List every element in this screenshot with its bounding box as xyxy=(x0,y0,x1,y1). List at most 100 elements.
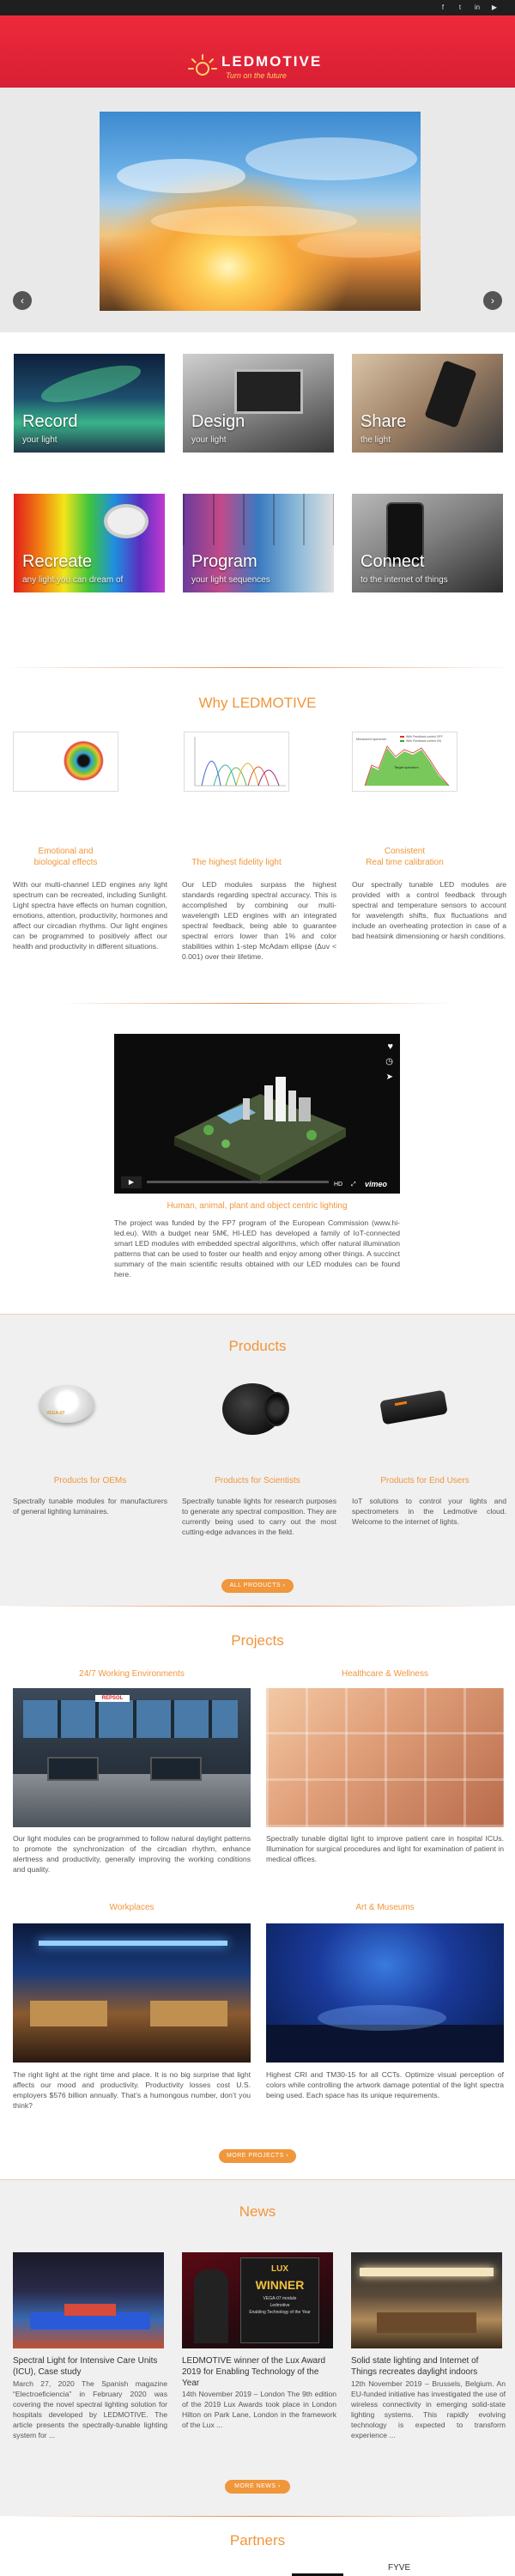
partner-logo-fyve[interactable]: FYVE xyxy=(388,2562,410,2574)
award-line-3: Enabling Technology of the Year xyxy=(249,2310,311,2315)
sky-sunset-image xyxy=(100,112,421,311)
slider-next-button[interactable]: › xyxy=(483,291,502,310)
project-title-art[interactable]: Art & Museums xyxy=(266,1902,504,1914)
video-description: The project was funded by the FP7 progra… xyxy=(114,1218,400,1279)
lux-logo: LUX xyxy=(271,2264,288,2274)
news-image-icu[interactable] xyxy=(13,2252,164,2348)
feature-tile-connect[interactable]: Connect to the internet of things xyxy=(352,494,503,592)
feature-tile-program[interactable]: Program your light sequences xyxy=(183,494,334,592)
scientist-device-image xyxy=(210,1376,296,1442)
feature-subtitle: your light xyxy=(22,434,58,445)
feature-title: Share xyxy=(360,412,407,431)
winner-text: WINNER xyxy=(255,2278,305,2292)
news-text-icu: March 27, 2020 The Spanish magazine “Ele… xyxy=(13,2379,167,2440)
video-player[interactable]: ♥ ◷ ➤ ▶ HD ⤢ vimeo xyxy=(114,1034,400,1194)
why-title-emotional: Emotional and biological effects xyxy=(33,847,98,867)
more-projects-button[interactable]: MORE PROJECTS › xyxy=(219,2149,296,2163)
product-title-oem[interactable]: Products for OEMs xyxy=(13,1475,167,1487)
products-section xyxy=(0,1314,515,1606)
module-label: VEGA-07 xyxy=(46,1411,65,1416)
linkedin-icon[interactable]: in xyxy=(472,3,482,13)
repsol-logo: REPSOL xyxy=(95,1695,130,1702)
facebook-icon[interactable]: f xyxy=(438,3,448,13)
top-bar: f t in ▶ xyxy=(0,0,515,15)
healthcare-image xyxy=(266,1688,504,1827)
why-title-fidelity: The highest fidelity light xyxy=(191,858,282,867)
news-title-award[interactable]: LEDMOTIVE winner of the Lux Award 2019 f… xyxy=(182,2355,336,2389)
feature-tile-recreate[interactable]: Recreate any light you can dream of xyxy=(14,494,165,592)
feature-title: Design xyxy=(191,412,245,431)
feature-subtitle: the light xyxy=(360,434,391,445)
why-title-calibration: Consistent Real time calibration xyxy=(366,847,444,867)
project-title-working[interactable]: 24/7 Working Environments xyxy=(13,1668,251,1680)
graph-legend-off: With Feedback control OFF xyxy=(406,735,443,738)
why-text-fidelity: Our LED modules surpass the highest stan… xyxy=(182,880,336,962)
youtube-icon[interactable]: ▶ xyxy=(489,3,500,13)
workplace-image xyxy=(13,1923,251,2063)
news-title-icu[interactable]: Spectral Light for Intensive Care Units … xyxy=(13,2355,167,2378)
play-button[interactable]: ▶ xyxy=(121,1176,142,1188)
hero-slider: ‹ › xyxy=(0,88,515,332)
more-news-button[interactable]: MORE NEWS › xyxy=(225,2480,290,2494)
project-text-art: Highest CRI and TM30-15 for all CCTs. Op… xyxy=(266,2070,504,2100)
feature-subtitle: to the internet of things xyxy=(360,574,448,585)
product-text-oem: Spectrally tunable modules for manufactu… xyxy=(13,1497,167,1516)
news-heading: News xyxy=(239,2203,276,2220)
city-model-illustration xyxy=(174,1077,346,1184)
why-text-emotional: With our multi-channel LED engines any l… xyxy=(13,880,167,951)
why-text-calibration: Our spectrally tunable LED modules are p… xyxy=(352,880,506,941)
projects-heading: Projects xyxy=(231,1632,284,1649)
feature-subtitle: your light sequences xyxy=(191,574,270,585)
feature-tile-design[interactable]: Design your light xyxy=(183,354,334,453)
products-heading: Products xyxy=(228,1338,287,1354)
feature-tile-record[interactable]: Record your light xyxy=(14,354,165,453)
partners-heading: Partners xyxy=(229,2532,286,2549)
feedback-graph-image: Measured spectrum With Feedback control … xyxy=(352,732,457,792)
sun-logo-icon[interactable] xyxy=(187,52,218,82)
partner-logo-bar[interactable] xyxy=(292,2565,343,2576)
graph-target-label: Target spectrum xyxy=(394,765,419,769)
slider-prev-button[interactable]: ‹ xyxy=(13,291,32,310)
product-title-end-users[interactable]: Products for End Users xyxy=(348,1475,502,1487)
news-image-award[interactable]: LUX WINNER VEGA-07 module Ledmotive Enab… xyxy=(182,2252,333,2348)
feature-title: Recreate xyxy=(22,552,93,571)
clock-icon[interactable]: ◷ xyxy=(385,1056,393,1068)
project-text-healthcare: Spectrally tunable digital light to impr… xyxy=(266,1834,504,1864)
control-room-image: REPSOL xyxy=(13,1688,251,1827)
oem-module-image: VEGA-07 xyxy=(36,1380,98,1431)
like-icon[interactable]: ♥ xyxy=(387,1041,393,1054)
project-title-healthcare[interactable]: Healthcare & Wellness xyxy=(266,1668,504,1680)
vimeo-logo[interactable]: vimeo xyxy=(365,1179,387,1189)
section-divider xyxy=(0,667,515,668)
all-products-button[interactable]: ALL PRODUCTS › xyxy=(221,1579,294,1593)
product-text-end-users: IoT solutions to control your lights and… xyxy=(352,1497,506,1527)
feature-tile-share[interactable]: Share the light xyxy=(352,354,503,453)
project-text-workplaces: The right light at the right time and pl… xyxy=(13,2070,251,2111)
section-divider xyxy=(60,1003,455,1004)
section-divider xyxy=(0,1606,515,1607)
end-user-device-image xyxy=(376,1387,453,1430)
news-image-daylight[interactable] xyxy=(351,2252,502,2348)
museum-image xyxy=(266,1923,504,2063)
feature-title: Record xyxy=(22,412,78,431)
graph-legend-head: Measured spectrum xyxy=(356,737,387,741)
project-text-working: Our light modules can be programmed to f… xyxy=(13,1834,251,1874)
video-caption: Human, animal, plant and object centric … xyxy=(167,1201,348,1211)
project-title-workplaces[interactable]: Workplaces xyxy=(13,1902,251,1914)
twitter-icon[interactable]: t xyxy=(455,3,465,13)
brand-name[interactable]: LEDMOTIVE xyxy=(221,52,322,72)
news-title-daylight[interactable]: Solid state lighting and Internet of Thi… xyxy=(351,2355,506,2378)
product-text-scientists: Spectrally tunable lights for research p… xyxy=(182,1497,336,1537)
section-divider xyxy=(0,2516,515,2517)
fullscreen-icon[interactable]: ⤢ xyxy=(351,1181,356,1188)
share-icon[interactable]: ➤ xyxy=(386,1072,393,1084)
hd-badge[interactable]: HD xyxy=(334,1181,342,1188)
site-header: LEDMOTIVE Turn on the future xyxy=(0,15,515,88)
progress-bar[interactable] xyxy=(147,1181,329,1183)
feature-title: Connect xyxy=(360,552,425,571)
award-line-1: VEGA-07 module xyxy=(263,2296,297,2301)
why-heading: Why LEDMOTIVE xyxy=(198,695,317,711)
product-title-scientists[interactable]: Products for Scientists xyxy=(180,1475,335,1487)
graph-legend-on: With Feedback control ON xyxy=(406,739,442,743)
feature-subtitle: your light xyxy=(191,434,227,445)
